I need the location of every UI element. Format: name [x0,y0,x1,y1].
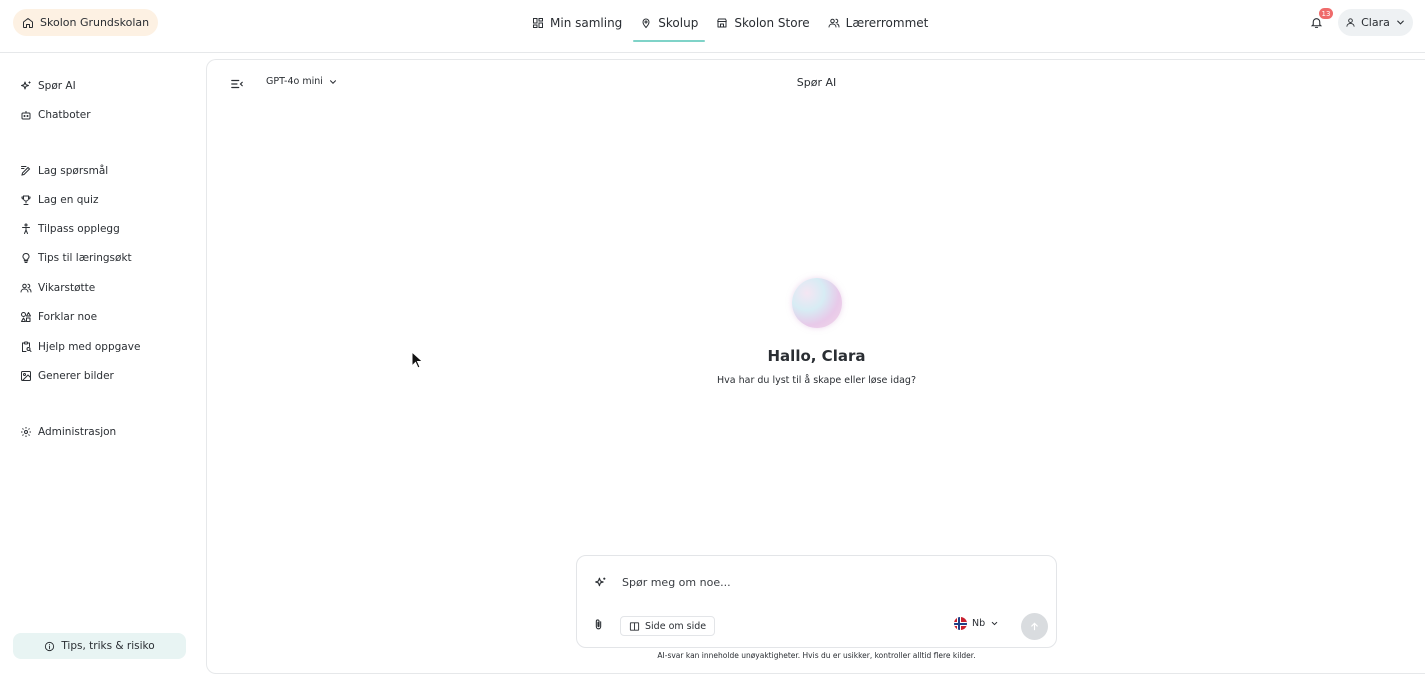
sidebar-item-generer-bilder[interactable]: Generer bilder [20,367,114,385]
sidebar-item-lag-en-quiz[interactable]: Lag en quiz [20,191,99,209]
sidebar-item-chatboter[interactable]: Chatboter [20,106,91,124]
user-menu[interactable]: Clara [1338,9,1413,36]
greeting-subtitle: Hva har du lyst til å skape eller løse i… [717,375,916,386]
image-icon [21,371,31,381]
side-by-side-button[interactable]: Side om side [620,616,716,636]
tips-button[interactable]: Tips, triks & risiko [13,633,186,659]
users-icon [20,283,32,293]
sidebar-item-label: Hjelp med oppgave [38,341,141,353]
language-selector[interactable]: Nb [954,617,999,630]
store-icon [717,18,728,27]
send-button[interactable] [1021,613,1048,640]
lightbulb-icon [22,252,30,263]
sidebar-item-administrasjon[interactable]: Administrasjon [20,423,116,441]
sidebar-item-label: Lag spørsmål [38,165,109,177]
shapes-icon [21,312,31,322]
ai-disclaimer: AI-svar kan inneholde unøyaktigheter. Hv… [657,651,976,660]
map-pin-icon [642,18,650,28]
chevron-down-icon [991,621,998,626]
sidebar-item-label: Lag en quiz [38,194,99,206]
columns-icon [629,621,640,631]
grid-icon [533,17,543,28]
sidebar-item-label: Tips til læringsøkt [38,252,132,264]
sidebar: Spør AI Chatboter Lag spørsmål Lag en qu… [0,53,206,678]
sidebar-item-label: Vikarstøtte [38,282,96,294]
school-selector[interactable]: Skolon Grundskolan [13,9,159,36]
sidebar-item-tips-laeringsokt[interactable]: Tips til læringsøkt [20,249,132,267]
nav-label: Lærerrommet [845,15,929,30]
bot-icon [21,111,31,120]
top-bar: Skolon Grundskolan Min samling Skolup Sk… [0,0,1425,53]
pencil-lines-icon [21,166,31,176]
side-by-side-label: Side om side [645,620,707,632]
sidebar-item-label: Chatboter [38,109,91,121]
person-icon [22,223,30,234]
nav-laererrommet[interactable]: Lærerrommet [819,0,938,45]
nav-skolup[interactable]: Skolup [631,0,707,45]
ai-orb-avatar [792,278,842,328]
clipboard-search-icon [22,341,32,352]
sidebar-item-vikarstotte[interactable]: Vikarstøtte [20,279,95,297]
sidebar-item-hjelp-med-oppgave[interactable]: Hjelp med oppgave [20,338,140,356]
sparkles-icon [21,81,31,90]
chat-input[interactable] [622,571,1022,593]
page-title: Spør AI [796,76,837,89]
nav-label: Skolon Store [734,15,810,30]
nav-skolon-store[interactable]: Skolon Store [707,0,818,45]
user-name: Clara [1361,16,1390,29]
nav-min-samling[interactable]: Min samling [523,0,631,45]
user-icon [1346,18,1355,27]
paperclip-icon[interactable] [592,618,605,631]
nav-label: Min samling [550,15,623,30]
top-nav: Min samling Skolup Skolon Store Lærerrom… [523,0,937,45]
sidebar-item-label: Tilpass opplegg [38,223,120,235]
sparkles-icon [595,577,606,587]
users-icon [828,18,840,27]
sidebar-item-label: Administrasjon [38,426,117,438]
chat-panel: GPT-4o mini Spør AI Hallo, Clara Hva har… [206,59,1425,674]
chevron-down-icon [1397,20,1404,25]
arrow-up-icon [1031,622,1038,631]
norway-flag-icon [954,617,967,630]
nav-label: Skolup [658,15,699,30]
sidebar-item-label: Generer bilder [38,370,114,382]
trophy-icon [21,195,31,205]
sidebar-item-label: Spør AI [38,80,76,92]
sidebar-item-lag-sporsmal[interactable]: Lag spørsmål [20,162,108,180]
tips-button-label: Tips, triks & risiko [61,640,155,652]
chat-composer: Side om side Nb [576,555,1057,648]
sidebar-item-forklar-noe[interactable]: Forklar noe [20,308,97,326]
notification-badge: 13 [1319,8,1333,19]
language-label: Nb [972,618,986,629]
school-name: Skolon Grundskolan [40,16,150,29]
greeting-heading: Hallo, Clara [767,347,866,365]
info-icon [45,641,55,651]
sidebar-item-label: Forklar noe [38,311,98,323]
sidebar-item-tilpass-opplegg[interactable]: Tilpass opplegg [20,220,120,238]
home-icon [23,17,33,28]
mouse-cursor-icon [411,351,423,369]
sidebar-item-spor-ai[interactable]: Spør AI [20,77,76,95]
gear-icon [21,427,31,437]
